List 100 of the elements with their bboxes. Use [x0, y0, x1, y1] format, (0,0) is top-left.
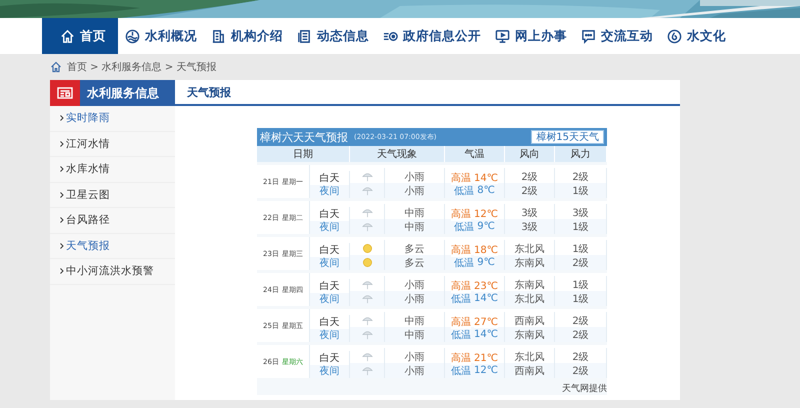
wind-force-cell: 1级 — [555, 183, 607, 198]
column-header: 日期 — [257, 146, 350, 162]
weather-cell: 多云 — [385, 255, 445, 270]
temperature-value: 14℃ — [474, 329, 498, 340]
temperature-value: 27℃ — [474, 316, 498, 328]
sidebar-item[interactable]: 江河水情 — [50, 132, 175, 157]
chevron-icon — [60, 242, 64, 249]
wind-direction-cell: 3级 — [505, 219, 555, 234]
temperature-label: 高温 — [451, 351, 472, 365]
period-cell: 夜间 — [310, 183, 350, 198]
sidebar-item[interactable]: 中小河流洪水预警 — [50, 259, 175, 284]
monitor-icon — [495, 28, 510, 44]
document-icon — [297, 28, 312, 44]
temperature-label: 高温 — [451, 243, 472, 257]
column-header: 天气现象 — [350, 146, 445, 162]
temperature-label: 高温 — [451, 207, 472, 221]
water-waves-icon — [125, 28, 140, 44]
wind-force-cell: 1级 — [555, 219, 607, 234]
period-cell: 白天 — [310, 279, 350, 293]
period-cell: 夜间 — [310, 255, 350, 270]
sidebar-item[interactable]: 台风路径 — [50, 208, 175, 234]
temperature-value: 8℃ — [477, 185, 495, 196]
sidebar-item[interactable]: 天气预报 — [50, 234, 175, 259]
temperature-value: 23℃ — [474, 280, 498, 292]
temperature-value: 12℃ — [474, 365, 498, 376]
temperature-value: 9℃ — [477, 257, 495, 268]
temperature-value: 14℃ — [474, 293, 498, 304]
period-cell: 夜间 — [310, 219, 350, 234]
period-cell: 白天 — [310, 207, 350, 221]
umbrella-icon — [362, 185, 372, 196]
temperature-label: 低温 — [451, 292, 472, 306]
weather-cell: 小雨 — [385, 363, 445, 378]
forecast-title: 樟树六天天气预报 — [260, 130, 348, 144]
umbrella-icon — [362, 171, 372, 182]
nav-item[interactable]: 水文化 — [660, 18, 733, 54]
wind-direction-cell: 东南风 — [505, 255, 555, 270]
weather-cell: 中雨 — [385, 327, 445, 342]
wind-force-cell: 2级 — [555, 327, 607, 342]
chevron-icon — [60, 140, 64, 147]
home-icon — [60, 28, 75, 44]
wind-force-cell: 2级 — [555, 363, 607, 378]
temperature-value: 21℃ — [474, 352, 498, 364]
chevron-icon — [60, 192, 64, 198]
period-cell: 白天 — [310, 243, 350, 257]
period-cell: 白天 — [310, 351, 350, 365]
chat-icon — [581, 28, 596, 44]
wind-direction-cell: 东北风 — [505, 291, 555, 306]
period-cell: 白天 — [310, 171, 350, 185]
source-note: 天气网提供 — [562, 382, 607, 394]
nav-item[interactable]: 动态信息 — [290, 18, 376, 54]
temperature-label: 低温 — [454, 184, 474, 198]
column-header: 风力 — [555, 146, 607, 162]
temperature-value: 18℃ — [474, 244, 498, 256]
umbrella-icon — [362, 293, 372, 304]
nav-item[interactable]: 政府信息公开 — [376, 18, 488, 54]
newspaper-icon — [57, 87, 73, 99]
sidebar-item[interactable]: 实时降雨 — [50, 106, 175, 132]
nav-item[interactable]: 交流互动 — [574, 18, 660, 54]
temperature-label: 低温 — [454, 220, 474, 234]
sun-icon — [362, 243, 372, 254]
wind-direction-cell: 东南风 — [505, 327, 555, 342]
chevron-icon — [60, 268, 64, 274]
temperature-label: 高温 — [451, 315, 472, 329]
home-icon — [50, 61, 62, 73]
temperature-label: 低温 — [454, 256, 474, 270]
temperature-value: 14℃ — [474, 172, 498, 184]
temperature-value: 9℃ — [477, 221, 495, 232]
breadcrumb: 首页 > 水利服务信息 > 天气预报 — [67, 60, 216, 74]
umbrella-icon — [362, 207, 372, 218]
period-cell: 夜间 — [310, 291, 350, 306]
building-icon — [211, 28, 226, 44]
temperature-label: 高温 — [451, 279, 472, 293]
umbrella-icon — [362, 279, 372, 290]
nav-item[interactable]: 网上办事 — [488, 18, 574, 54]
temperature-label: 低温 — [451, 328, 472, 342]
chevron-icon — [60, 115, 64, 122]
temperature-label: 低温 — [451, 364, 472, 378]
sidebar-item[interactable]: 水库水情 — [50, 157, 175, 182]
weather-cell: 中雨 — [385, 219, 445, 234]
umbrella-icon — [362, 221, 372, 232]
umbrella-icon — [362, 351, 372, 362]
temperature-label: 高温 — [451, 171, 472, 185]
sun-icon — [362, 257, 372, 268]
sidebar-item[interactable]: 卫星云图 — [50, 182, 175, 208]
temperature-value: 12℃ — [474, 208, 498, 220]
fifteen-day-button[interactable]: 樟树15天天气 — [531, 130, 604, 144]
wind-direction-cell: 西南风 — [505, 363, 555, 378]
period-cell: 白天 — [310, 315, 350, 329]
chevron-icon — [60, 217, 64, 224]
nav-item[interactable]: 首页 — [42, 18, 118, 54]
wind-force-cell: 2级 — [555, 255, 607, 270]
weather-cell: 小雨 — [385, 291, 445, 306]
period-cell: 夜间 — [310, 327, 350, 342]
umbrella-icon — [362, 329, 372, 340]
nav-item[interactable]: 水利概况 — [118, 18, 204, 54]
period-cell: 夜间 — [310, 363, 350, 378]
wind-direction-cell: 2级 — [505, 183, 555, 198]
nav-item[interactable]: 机构介绍 — [204, 18, 290, 54]
chevron-icon — [60, 166, 64, 172]
sidebar-title: 水利服务信息 — [80, 80, 175, 106]
